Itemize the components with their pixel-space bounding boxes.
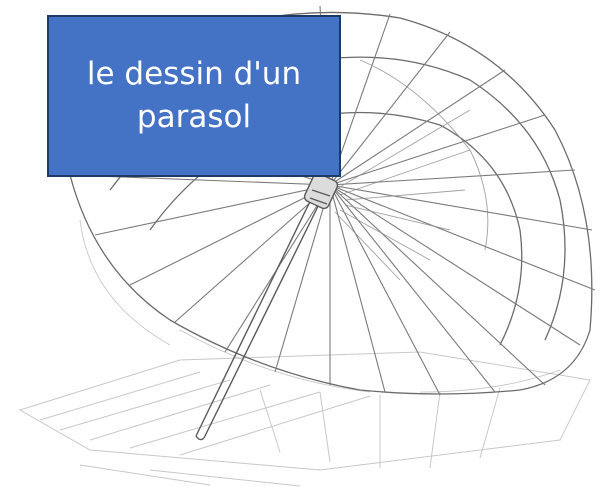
caption-box: le dessin d'un parasol [47, 15, 341, 177]
caption-text: le dessin d'un parasol [86, 56, 302, 135]
handle [195, 172, 339, 441]
ground-shadow [18, 351, 591, 487]
